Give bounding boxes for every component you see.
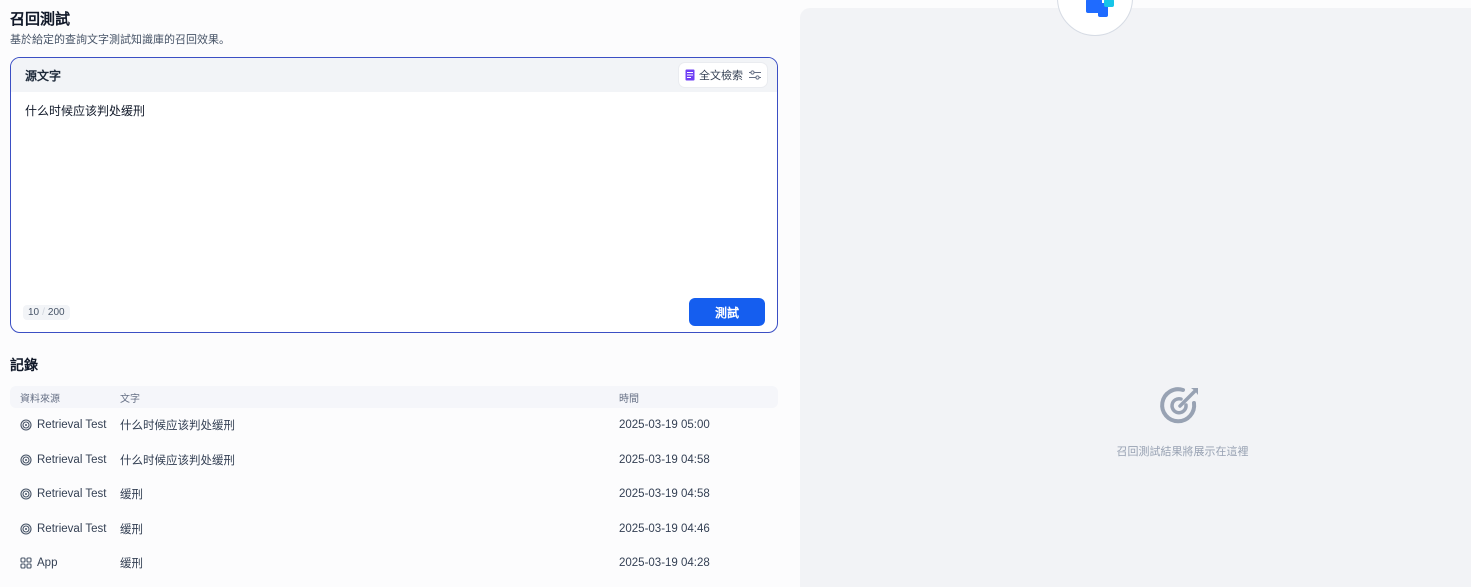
test-button[interactable]: 測試 (689, 298, 765, 326)
character-count-separator: / (42, 307, 45, 318)
records-table: 資料來源 文字 時間 Retrieval Test 什么时候应该判处缓刑 202… (10, 386, 778, 581)
retrieval-mode-button[interactable]: 全文檢索 (679, 63, 767, 87)
retrieval-test-form-panel: 召回測試 基於給定的查詢文字測試知識庫的召回效果。 源文字 全文檢索 什么时候应… (0, 0, 790, 587)
row-time: 2025-03-19 04:28 (619, 557, 710, 570)
target-icon (20, 523, 32, 535)
character-count: 10 (28, 307, 40, 318)
row-source: Retrieval Test (10, 419, 120, 431)
empty-results-text: 召回測試結果將展示在這裡 (1116, 446, 1249, 458)
target-icon (20, 454, 32, 466)
settings-sliders-icon (749, 70, 761, 80)
page-description: 基於給定的查詢文字測試知識庫的召回效果。 (10, 34, 230, 46)
target-icon (20, 419, 32, 431)
row-source: App (10, 557, 120, 569)
table-row[interactable]: Retrieval Test 什么时候应该判处缓刑 2025-03-19 04:… (10, 443, 778, 478)
character-limit: 200 (47, 307, 65, 318)
row-source: Retrieval Test (10, 488, 120, 500)
table-row[interactable]: Retrieval Test 什么时候应该判处缓刑 2025-03-19 05:… (10, 408, 778, 443)
column-header-source: 資料來源 (20, 393, 60, 405)
row-source: Retrieval Test (10, 523, 120, 535)
retrieval-test-page: 召回測試 基於給定的查詢文字測試知識庫的召回效果。 源文字 全文檢索 什么时候应… (0, 0, 1471, 587)
query-input-box[interactable]: 源文字 全文檢索 什么时候应该判处缓刑 10 / 200 測試 (10, 57, 778, 333)
row-time: 2025-03-19 04:58 (619, 453, 710, 466)
row-text: 缓刑 (120, 523, 143, 536)
retrieval-target-icon (1160, 387, 1198, 424)
source-text-label: 源文字 (25, 68, 62, 83)
character-count-badge: 10 / 200 (23, 305, 70, 320)
retrieval-mode-label: 全文檢索 (699, 70, 743, 82)
full-text-search-icon (685, 69, 695, 81)
records-title: 記錄 (10, 357, 38, 373)
row-time: 2025-03-19 05:00 (619, 419, 710, 432)
target-icon (20, 488, 32, 500)
table-row[interactable]: Retrieval Test 缓刑 2025-03-19 04:46 (10, 512, 778, 547)
row-source-label: Retrieval Test (37, 522, 107, 535)
row-text: 缓刑 (120, 558, 143, 571)
row-source-label: App (37, 557, 58, 570)
row-time: 2025-03-19 04:46 (619, 522, 710, 535)
row-source-label: Retrieval Test (37, 488, 107, 501)
row-text: 什么时候应该判处缓刑 (120, 454, 235, 467)
query-box-header: 源文字 全文檢索 (11, 58, 777, 92)
records-table-header: 資料來源 文字 時間 (10, 386, 778, 408)
row-source-label: Retrieval Test (37, 419, 107, 432)
table-row[interactable]: Retrieval Test 缓刑 2025-03-19 04:58 (10, 477, 778, 512)
table-row[interactable]: App 缓刑 2025-03-19 04:28 (10, 546, 778, 581)
row-text: 什么时候应该判处缓刑 (120, 420, 235, 433)
column-header-time: 時間 (619, 393, 639, 405)
page-title: 召回測試 (10, 11, 71, 28)
row-source-label: Retrieval Test (37, 453, 107, 466)
retrieval-results-panel (800, 8, 1471, 587)
row-text: 缓刑 (120, 489, 143, 502)
app-grid-icon (20, 557, 32, 569)
column-header-text: 文字 (120, 393, 140, 405)
row-time: 2025-03-19 04:58 (619, 488, 710, 501)
query-textarea[interactable]: 什么时候应该判处缓刑 (25, 102, 145, 119)
row-source: Retrieval Test (10, 454, 120, 466)
